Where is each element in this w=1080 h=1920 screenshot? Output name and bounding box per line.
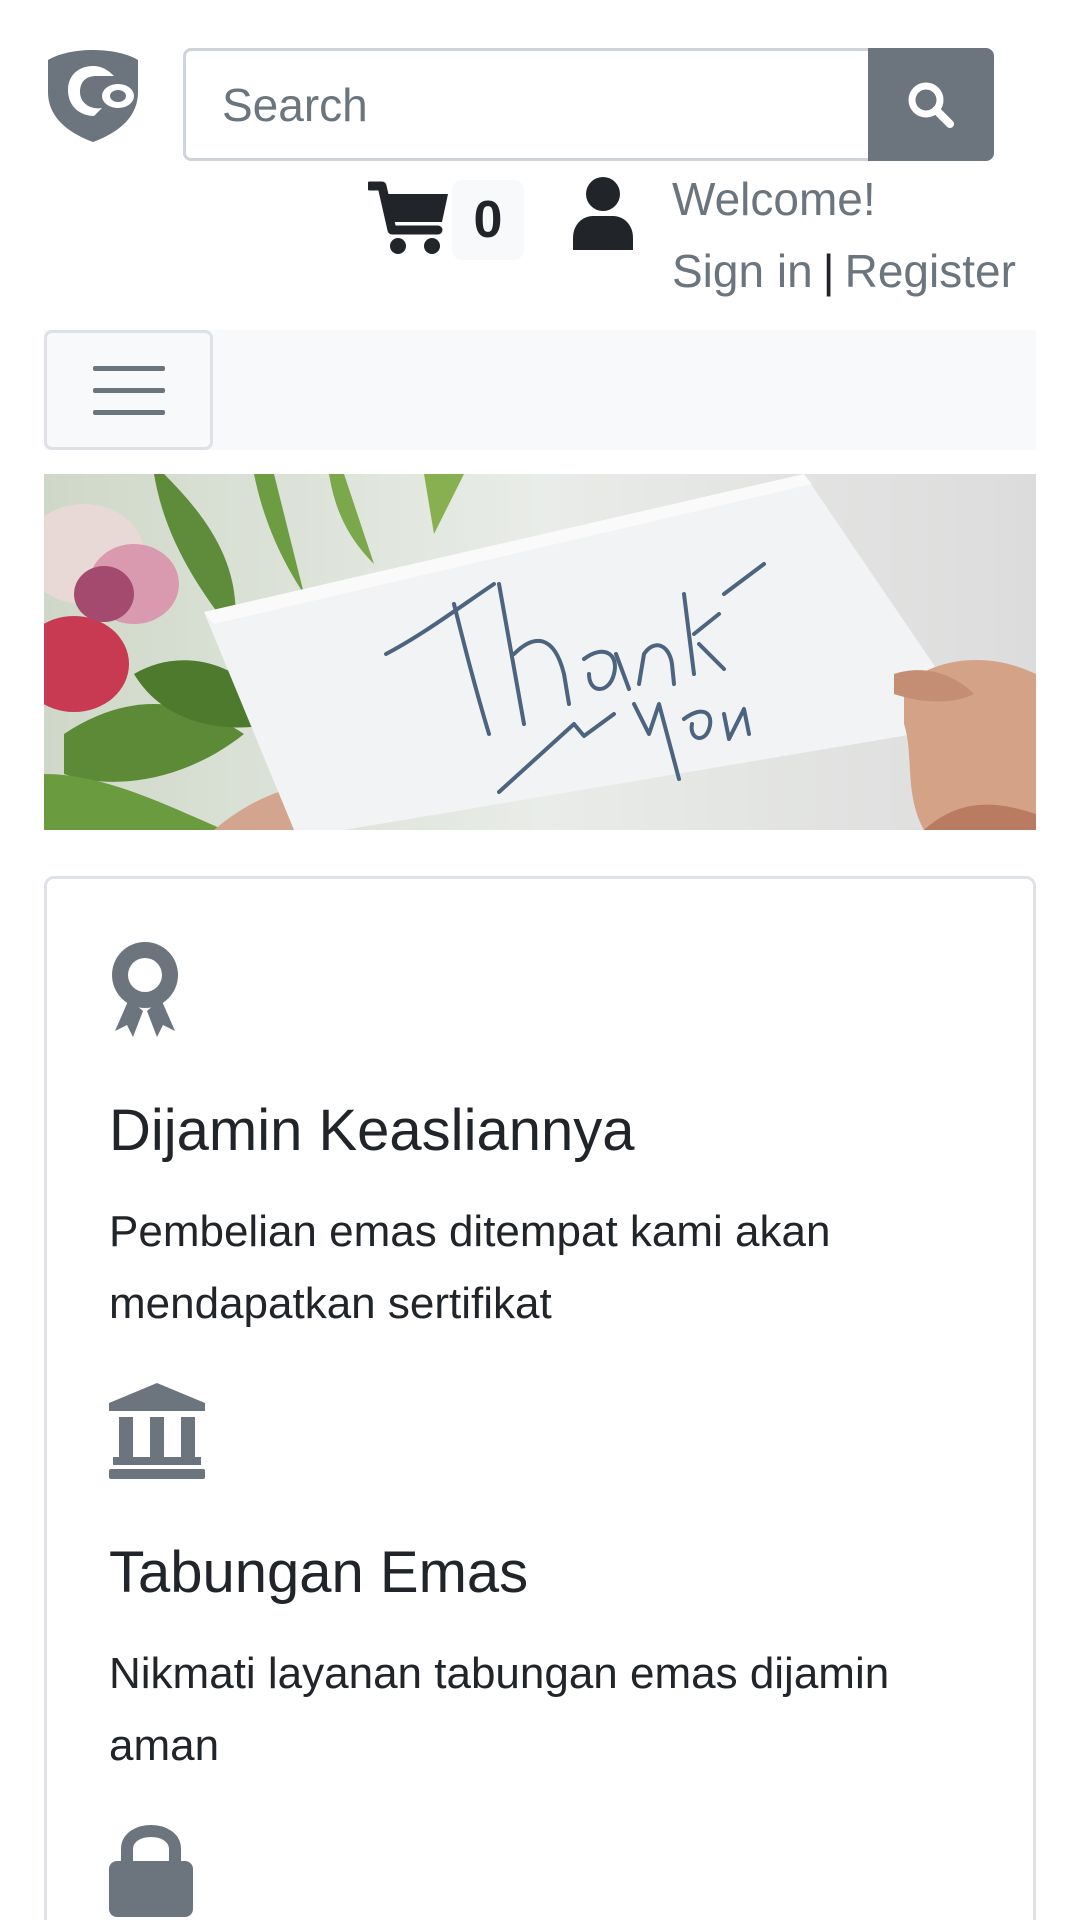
feature-item-authenticity: Dijamin Keasliannya Pembelian emas ditem…	[109, 941, 969, 1340]
search-button[interactable]	[868, 48, 994, 161]
lock-icon	[109, 1825, 193, 1917]
user-icon	[573, 177, 633, 250]
hero-banner	[44, 474, 1036, 830]
page: 0 Welcome! Sign in|Register	[0, 0, 1080, 1920]
feature-title: Tabungan Emas	[109, 1540, 529, 1605]
sign-in-link[interactable]: Sign in	[672, 245, 813, 297]
search-form	[183, 48, 994, 161]
features-card: Dijamin Keasliannya Pembelian emas ditem…	[44, 876, 1036, 1920]
feature-description: Nikmati layanan tabungan emas dijamin am…	[109, 1649, 890, 1770]
auth-separator: |	[822, 245, 835, 297]
feature-description: Pembelian emas ditempat kami akan mendap…	[109, 1207, 831, 1328]
register-link[interactable]: Register	[845, 245, 1016, 297]
feature-item-gold-savings: Tabungan Emas Nikmati layanan tabungan e…	[109, 1383, 969, 1782]
hamburger-menu-icon	[92, 365, 165, 371]
thank-you-banner-image	[44, 474, 1036, 830]
navbar-toggler-button[interactable]	[44, 330, 213, 450]
feature-item-security	[109, 1821, 193, 1920]
cart-count-badge: 0	[452, 180, 524, 260]
cart-link[interactable]: 0	[368, 174, 524, 262]
award-ribbon-icon	[112, 942, 178, 1037]
shopping-cart-icon	[368, 181, 448, 254]
shield-logo-icon[interactable]	[44, 48, 142, 144]
search-icon	[908, 82, 954, 128]
bank-building-icon	[109, 1383, 205, 1479]
welcome-text: Welcome!	[672, 173, 876, 225]
search-input[interactable]	[183, 48, 868, 161]
auth-links: Sign in | Register	[672, 242, 1016, 300]
feature-title: Dijamin Keasliannya	[109, 1098, 635, 1163]
navbar	[44, 330, 1036, 450]
